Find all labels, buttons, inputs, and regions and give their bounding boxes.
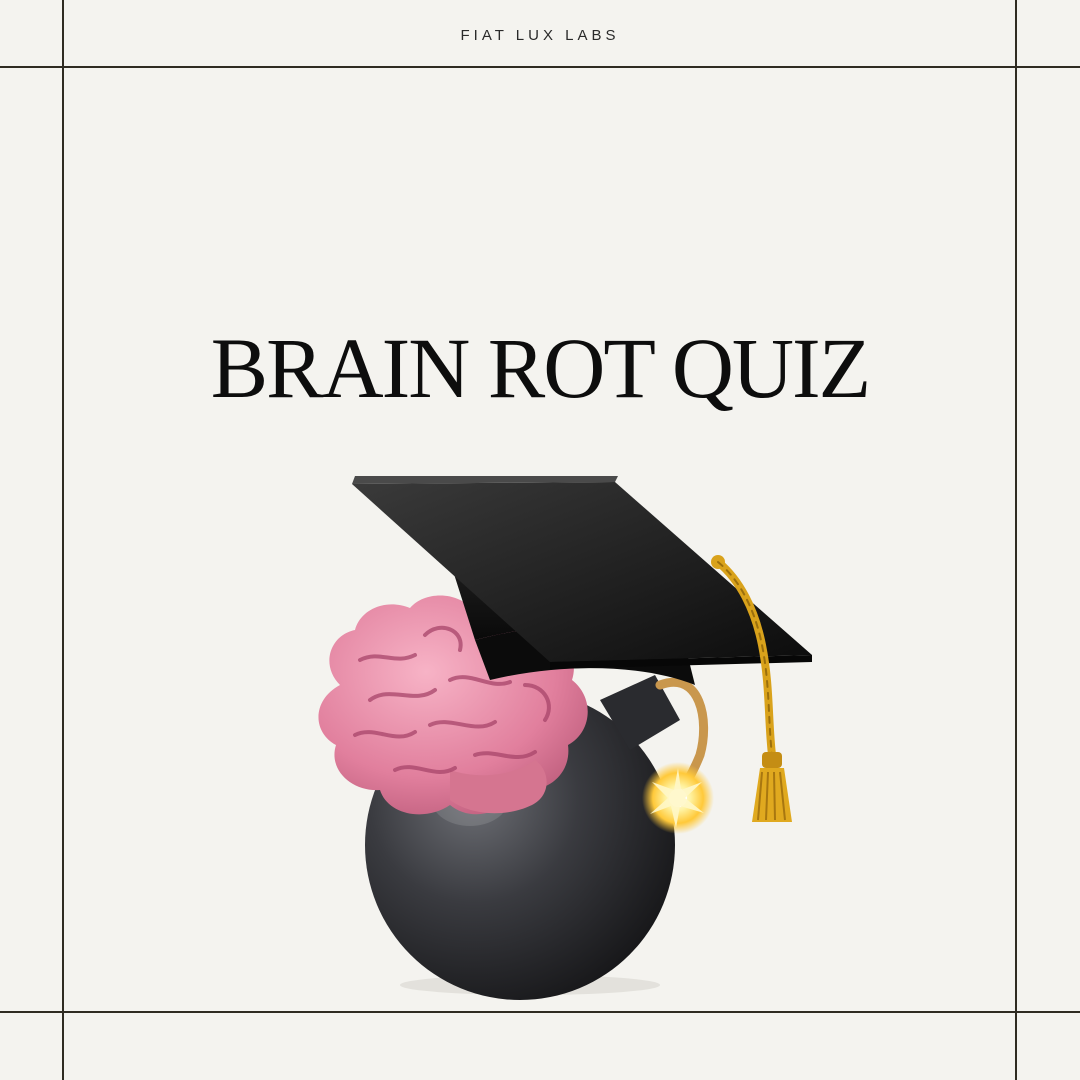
left-rule	[62, 0, 64, 1080]
brand-name: FIAT LUX LABS	[460, 27, 620, 44]
spark-icon	[642, 762, 714, 834]
poster-canvas: FIAT LUX LABS BRAIN ROT QUIZ	[0, 0, 1080, 1080]
page-title: BRAIN ROT QUIZ	[210, 320, 871, 416]
right-rule	[1015, 0, 1017, 1080]
top-rule	[0, 66, 1080, 68]
brain-bomb-graduate-illustration	[318, 476, 812, 1000]
bottom-rule	[0, 1011, 1080, 1013]
